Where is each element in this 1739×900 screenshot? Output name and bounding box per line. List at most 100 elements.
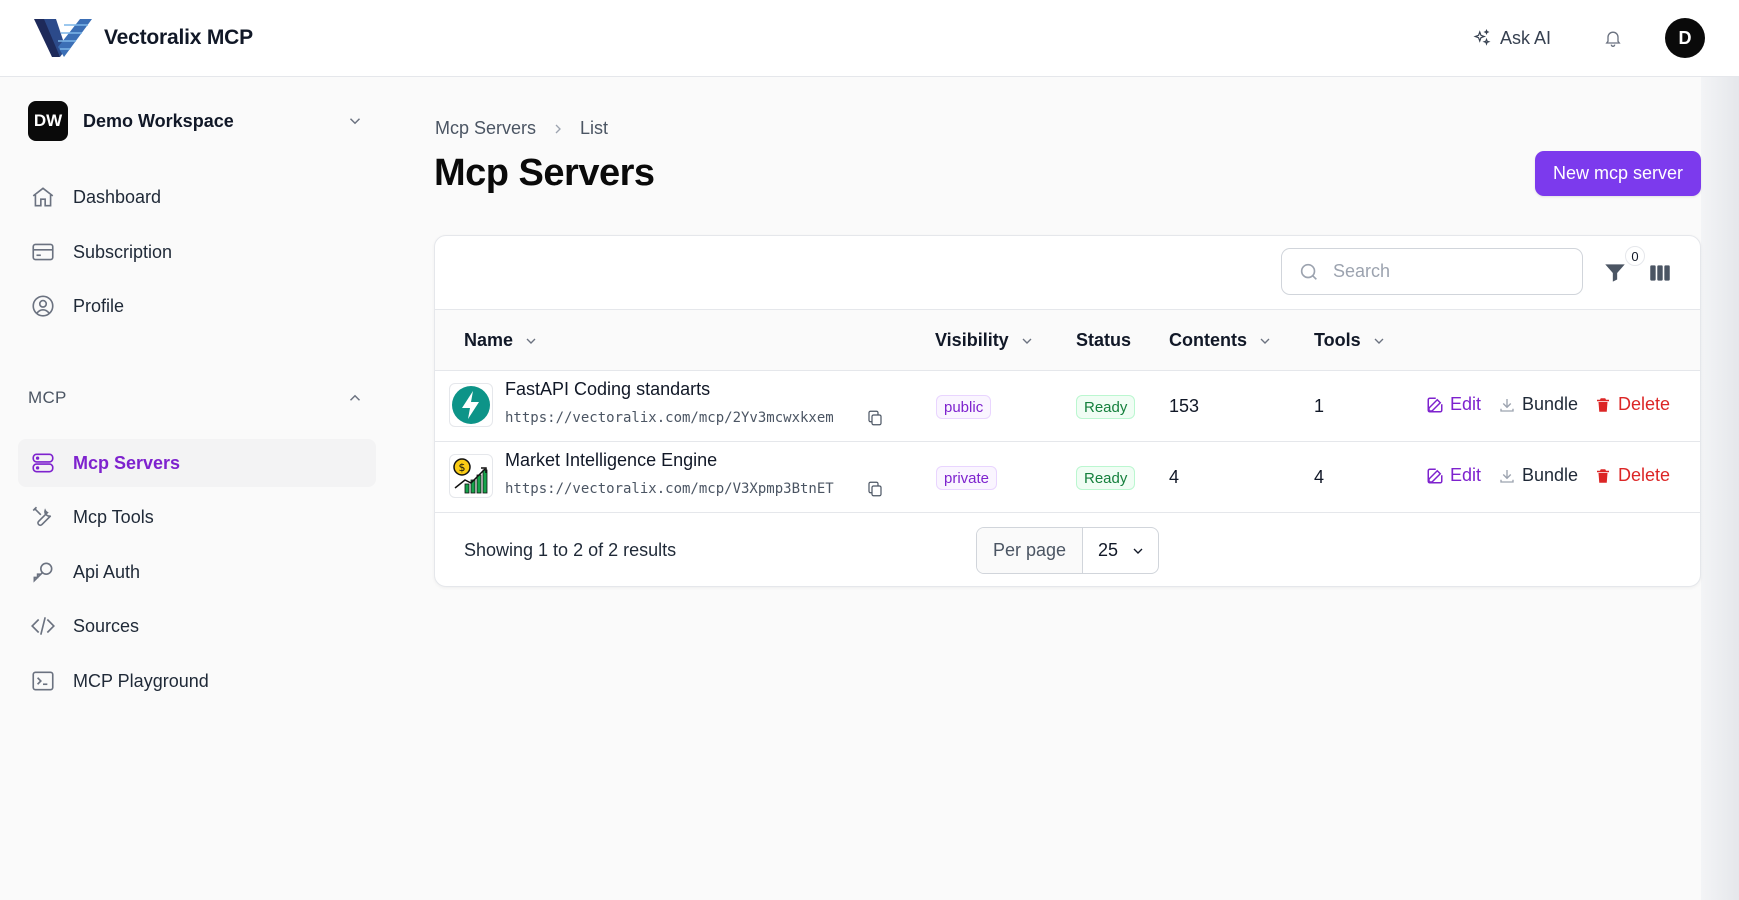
- column-label: Contents: [1169, 330, 1247, 350]
- mcp-section-toggle[interactable]: MCP: [28, 386, 364, 410]
- per-page-label: Per page: [977, 528, 1083, 573]
- sidebar-item-mcp-playground[interactable]: MCP Playground: [18, 657, 376, 705]
- contents-count: 4: [1169, 467, 1180, 487]
- lightning-bolt-icon: [449, 383, 493, 427]
- breadcrumb-parent-link[interactable]: Mcp Servers: [435, 118, 536, 139]
- pencil-square-icon: [1427, 468, 1443, 483]
- trash-icon: [1597, 468, 1609, 483]
- tools-count: 1: [1314, 396, 1325, 416]
- status-badge: Ready: [1076, 466, 1136, 490]
- sidebar-item-label: Api Auth: [73, 561, 141, 582]
- ask-ai-label: Ask AI: [1499, 27, 1551, 48]
- per-page-value: 25: [1098, 540, 1119, 560]
- user-circle-icon: [29, 292, 57, 320]
- wrench-screwdriver-icon: [29, 503, 57, 531]
- results-summary: Showing 1 to 2 of 2 results: [464, 540, 677, 560]
- per-page-control: Per page 25: [976, 527, 1159, 574]
- workspace-name: Demo Workspace: [83, 110, 234, 131]
- table-header: Name Visibility Status Contents Tools: [435, 310, 1700, 371]
- search-box: [1281, 248, 1583, 295]
- table-toolbar: 0: [435, 236, 1700, 310]
- vectoralix-logo-icon: [34, 19, 92, 57]
- visibility-badge: public: [936, 395, 992, 419]
- filter-icon[interactable]: [1602, 260, 1628, 286]
- command-line-icon: [29, 667, 57, 695]
- sidebar-item-mcp-servers[interactable]: Mcp Servers: [18, 439, 376, 487]
- column-header-name[interactable]: Name: [464, 310, 539, 371]
- edit-button[interactable]: Edit: [1426, 394, 1481, 415]
- status-badge: Ready: [1076, 395, 1136, 419]
- svg-text:$: $: [459, 461, 466, 474]
- delete-label: Delete: [1618, 394, 1671, 414]
- sidebar-item-dashboard[interactable]: Dashboard: [18, 173, 376, 221]
- table-footer: Showing 1 to 2 of 2 results Per page 25: [435, 513, 1700, 586]
- page-title: Mcp Servers: [434, 152, 655, 194]
- column-label: Name: [464, 330, 514, 350]
- column-header-status: Status: [1076, 310, 1131, 371]
- chevron-down-icon: [526, 338, 536, 344]
- copy-icon[interactable]: [866, 409, 884, 427]
- chevron-up-icon: [349, 394, 361, 401]
- server-stack-icon: [29, 449, 57, 477]
- notification-bell-icon[interactable]: [1603, 28, 1623, 48]
- bundle-button[interactable]: Bundle: [1498, 394, 1578, 415]
- sidebar-item-label: Subscription: [73, 241, 173, 262]
- column-header-contents[interactable]: Contents: [1169, 310, 1273, 371]
- bundle-label: Bundle: [1522, 465, 1579, 485]
- breadcrumb: Mcp Servers List: [435, 118, 608, 139]
- breadcrumb-current: List: [580, 118, 609, 138]
- top-bar: Vectoralix MCP Ask AI D: [0, 0, 1739, 77]
- sidebar-item-label: Mcp Tools: [73, 506, 154, 527]
- trash-icon: [1597, 397, 1609, 412]
- server-url: https://vectoralix.com/mcp/V3Xpmp3BtnET: [505, 481, 834, 497]
- columns-toggle-icon[interactable]: [1647, 260, 1673, 286]
- sidebar-item-label: Sources: [73, 615, 140, 636]
- column-label: Visibility: [935, 330, 1009, 350]
- column-header-tools[interactable]: Tools: [1314, 310, 1387, 371]
- growth-chart-icon: $: [449, 454, 493, 498]
- mcp-servers-table-card: 0 Name Visibility Status Contents Tools …: [434, 235, 1701, 587]
- brand-logo[interactable]: Vectoralix MCP: [34, 17, 253, 59]
- server-name[interactable]: Market Intelligence Engine: [505, 450, 717, 471]
- copy-icon[interactable]: [866, 480, 884, 498]
- user-avatar[interactable]: D: [1665, 18, 1705, 58]
- chevron-down-icon: [1022, 338, 1032, 344]
- edit-button[interactable]: Edit: [1426, 465, 1481, 486]
- column-label: Status: [1076, 330, 1132, 350]
- edit-label: Edit: [1450, 394, 1482, 414]
- sidebar-item-sources[interactable]: Sources: [18, 602, 376, 650]
- sidebar: DW Demo Workspace Dashboard Subscription…: [0, 78, 380, 900]
- sidebar-item-subscription[interactable]: Subscription: [18, 228, 376, 276]
- ask-ai-button[interactable]: Ask AI: [1473, 28, 1551, 49]
- sidebar-item-api-auth[interactable]: Api Auth: [18, 548, 376, 596]
- column-label: Tools: [1314, 330, 1361, 350]
- sidebar-item-label: MCP Playground: [73, 670, 209, 691]
- server-name[interactable]: FastAPI Coding standarts: [505, 379, 710, 400]
- chevron-down-icon: [349, 118, 361, 125]
- sparkles-icon: [1473, 29, 1491, 46]
- sidebar-item-mcp-tools[interactable]: Mcp Tools: [18, 493, 376, 541]
- filter-count-badge: 0: [1625, 246, 1645, 266]
- delete-button[interactable]: Delete: [1594, 394, 1670, 415]
- chevron-down-icon: [1374, 338, 1384, 344]
- table-row[interactable]: $ Market Intelligence Engine https://vec…: [435, 442, 1700, 513]
- new-mcp-server-button[interactable]: New mcp server: [1535, 151, 1701, 196]
- delete-label: Delete: [1618, 465, 1671, 485]
- sidebar-item-profile[interactable]: Profile: [18, 282, 376, 330]
- delete-button[interactable]: Delete: [1594, 465, 1670, 486]
- search-input[interactable]: [1333, 261, 1573, 282]
- workspace-switcher[interactable]: DW Demo Workspace: [28, 100, 364, 142]
- bundle-button[interactable]: Bundle: [1498, 465, 1578, 486]
- chevron-down-icon: [1133, 548, 1143, 554]
- chevron-right-icon: [555, 124, 561, 133]
- table-row[interactable]: FastAPI Coding standarts https://vectora…: [435, 371, 1700, 442]
- visibility-badge: private: [936, 466, 998, 490]
- sidebar-item-label: Dashboard: [73, 186, 162, 207]
- chevron-down-icon: [1260, 338, 1270, 344]
- contents-count: 153: [1169, 396, 1200, 416]
- column-header-visibility[interactable]: Visibility: [935, 310, 1035, 371]
- mcp-section-label: MCP: [28, 388, 67, 407]
- per-page-select[interactable]: 25: [1083, 528, 1158, 573]
- scrollbar-track[interactable]: [1701, 77, 1739, 900]
- server-url: https://vectoralix.com/mcp/2Yv3mcwxkxem: [505, 410, 834, 426]
